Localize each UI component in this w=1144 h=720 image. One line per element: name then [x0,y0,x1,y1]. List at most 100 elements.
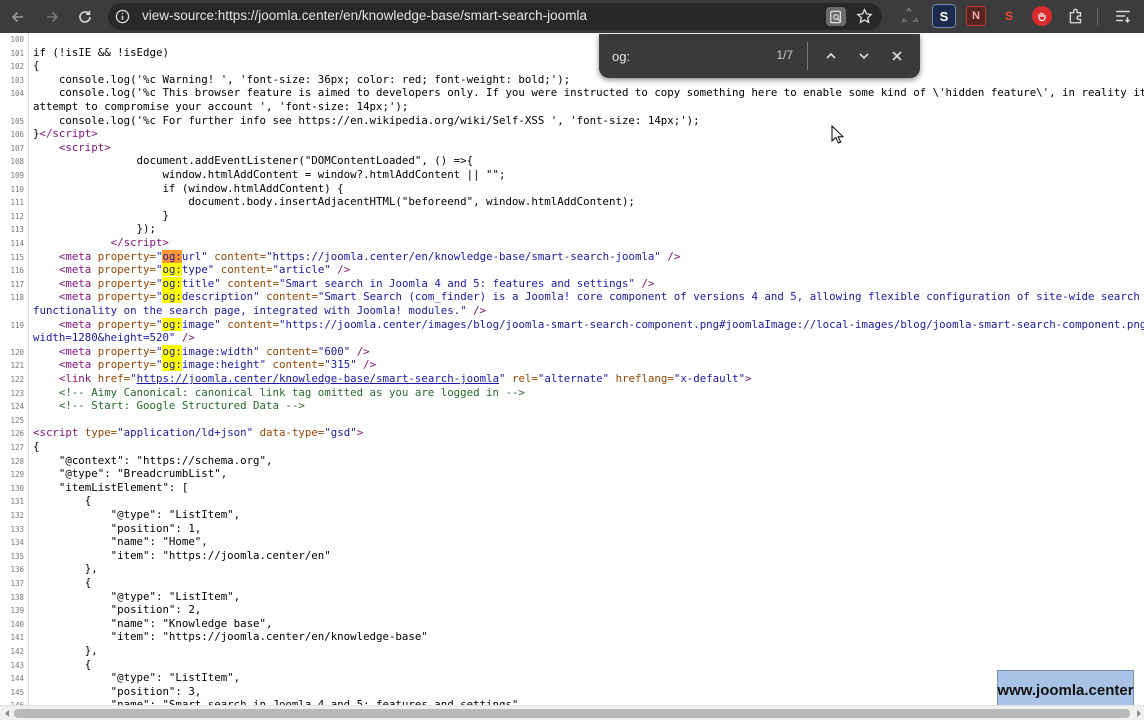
source-code-text: { [33,657,92,671]
source-line: functionality on the search page, integr… [0,304,1144,318]
source-code-text: { [33,59,40,73]
source-line: attempt to compromise your account ', 'f… [0,100,1144,114]
source-line: 103 console.log('%c Warning! ', 'font-si… [0,73,1144,87]
source-code-text: }</script> [33,127,98,141]
source-code-text: "@context": "https://schema.org", [33,453,273,467]
source-code-text: "name": "Knowledge base", [33,616,273,630]
source-code-text: "name": "Smart search in Joomla 4 and 5:… [33,698,525,705]
source-code-text: if (window.htmlAddContent) { [33,181,344,195]
line-number: 113 [10,225,24,235]
source-line: 112 } [0,209,1144,223]
source-code-text: { [33,440,40,453]
line-number: 101 [10,48,24,58]
source-code-text: console.log('%c This browser feature is … [33,86,1144,100]
n-extension-icon[interactable]: N [966,6,986,26]
find-match-count: 1/7 [776,48,793,62]
reload-button[interactable] [72,4,98,30]
source-code-text: { [33,576,92,589]
find-bar: 1/7 [599,34,920,78]
source-line: 138 "@type": "ListItem", [0,590,1144,604]
source-line: 113 }); [0,222,1144,236]
source-line: 129 "@type": "BreadcrumbList", [0,467,1144,481]
view-source-content[interactable]: 100 101 if (!isIE && !isEdge) 102 {103 conso… [0,33,1144,705]
address-bar[interactable]: view-source:https://joomla.center/en/kno… [108,3,882,30]
source-code-text: "@type": "ListItem", [33,589,241,603]
scrollbar-thumb[interactable] [14,709,1130,718]
mouse-cursor-icon [831,125,845,144]
source-line: 126 <script type="application/ld+json" da… [0,426,1144,440]
source-line: 123 <!-- Aimy Canonical: canonical link … [0,386,1144,400]
reading-list-icon[interactable] [1113,6,1133,26]
source-line: 120 <meta property="og:image:width" cont… [0,344,1144,359]
url-text[interactable]: view-source:https://joomla.center/en/kno… [142,8,587,23]
find-next-button[interactable] [854,46,874,66]
source-line: 127 { [0,440,1144,454]
line-number: 125 [10,415,24,425]
source-code-text: "@type": "BreadcrumbList", [33,467,228,481]
source-line: 133 "position": 1, [0,522,1144,536]
source-line: 116 <meta property="og:type" content="ar… [0,263,1144,277]
find-in-page-icon[interactable] [826,7,846,26]
line-number: 121 [10,361,24,371]
source-code-text: }, [33,562,98,576]
source-line: 108 document.addEventListener("DOMConten… [0,154,1144,168]
forward-button[interactable] [39,4,65,30]
source-line: 134 "name": "Home", [0,535,1144,549]
line-number: 114 [10,239,24,248]
source-line: 140 "name": "Knowledge base", [0,617,1144,631]
stop-hand-extension-icon[interactable] [1032,6,1052,26]
source-code-text: "position": 1, [33,521,202,535]
source-line: 130 "itemListElement": [ [0,481,1144,495]
source-line: 110 if (window.htmlAddContent) { [0,182,1144,196]
line-number: 104 [10,89,24,99]
source-line: 115 <meta property="og:url" content="htt… [0,249,1144,264]
find-previous-button[interactable] [821,46,841,66]
source-code-text: width=1280&height=520" /> [33,331,195,345]
s-extension-icon[interactable]: S [932,4,956,28]
source-line: 101 if (!isIE && !isEdge) [0,46,1144,60]
source-line: 104 console.log('%c This browser feature… [0,86,1144,100]
line-number: 135 [10,551,24,561]
source-code-text: <meta property="og:image" content="https… [58,317,1144,331]
source-code-text: <meta property="og:url" content="https:/… [58,249,681,263]
back-arrow-icon [11,11,23,23]
line-number: 138 [10,592,24,602]
source-code-text: <link href="https://joomla.center/knowle… [58,372,752,385]
source-code-text: <meta property="og:title" content="Smart… [58,276,655,290]
line-number: 103 [10,75,24,85]
source-line: 121 <meta property="og:image:height" con… [0,358,1144,372]
find-close-button[interactable] [887,46,907,66]
line-number: 110 [10,184,24,194]
line-number: 129 [10,470,24,480]
line-number: 139 [10,606,24,616]
source-code-text: <script> [58,140,111,154]
scroll-left-arrow-icon[interactable] [3,709,12,718]
scroll-right-arrow-icon[interactable] [1134,709,1143,718]
line-number: 105 [10,116,24,126]
close-icon [892,51,902,61]
find-input[interactable] [612,47,762,65]
line-number: 118 [10,293,24,303]
source-code-text: }); [33,222,156,236]
seo-extension-icon[interactable]: S [999,6,1019,26]
line-number: 120 [10,347,24,357]
back-button[interactable] [5,4,31,30]
source-line: 124 <!-- Start: Google Structured Data -… [0,399,1144,413]
source-line: width=1280&height=520" /> [0,331,1144,345]
horizontal-scrollbar[interactable] [0,705,1144,720]
source-line: 109 window.htmlAddContent = window?.html… [0,168,1144,182]
reload-icon [79,10,91,23]
source-code-text: "position": 3, [33,684,202,698]
bookmark-star-icon[interactable] [856,8,873,25]
line-number: 130 [10,483,24,493]
line-number: 111 [10,198,24,208]
site-info-icon[interactable] [115,9,130,24]
extensions-puzzle-icon[interactable] [1066,6,1086,26]
recycle-extension-icon[interactable] [900,6,920,26]
line-number: 143 [10,660,24,670]
source-line: 111 document.body.insertAdjacentHTML("be… [0,195,1144,209]
source-line: 102 { [0,59,1144,73]
line-number: 127 [10,443,24,452]
line-number: 132 [10,511,24,520]
source-code-text: <script type="application/ld+json" data-… [33,426,364,440]
